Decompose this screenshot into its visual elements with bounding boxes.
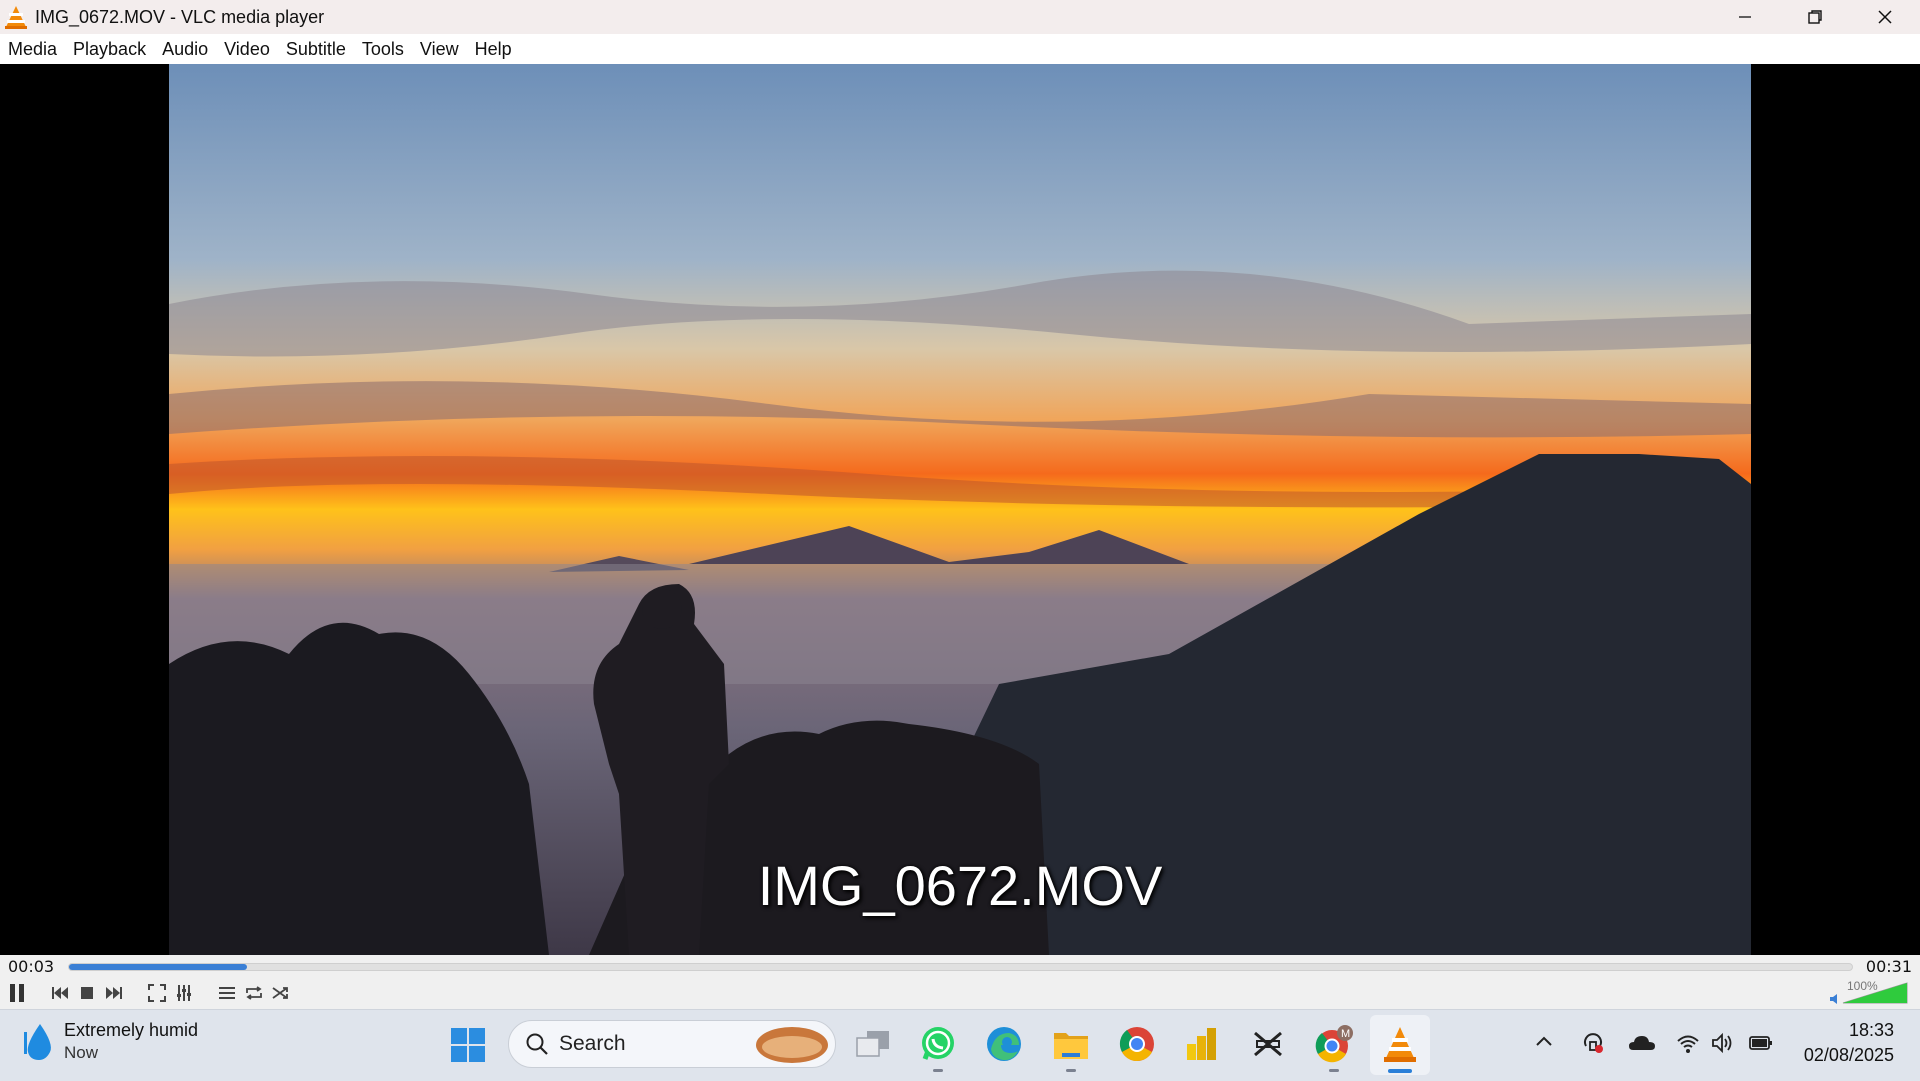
- previous-icon: [52, 987, 68, 999]
- search-highlight-icon: [756, 1027, 828, 1063]
- sync-status-icon[interactable]: [1582, 1032, 1604, 1054]
- volume-slider[interactable]: 100%: [1817, 979, 1912, 1007]
- menu-view[interactable]: View: [412, 39, 467, 60]
- file-explorer-button[interactable]: [1051, 1024, 1091, 1072]
- seek-slider[interactable]: [68, 963, 1853, 971]
- menu-playback[interactable]: Playback: [65, 39, 154, 60]
- edge-icon: [987, 1027, 1021, 1061]
- menu-video[interactable]: Video: [216, 39, 278, 60]
- capcut-button[interactable]: [1248, 1024, 1288, 1064]
- menu-bar: Media Playback Audio Video Subtitle Tool…: [0, 34, 1920, 64]
- control-buttons: [4, 979, 295, 1007]
- minimize-icon: [1739, 16, 1751, 18]
- show-hidden-icons-icon[interactable]: [1534, 1032, 1554, 1052]
- elapsed-time: 00:03: [8, 957, 55, 976]
- onedrive-icon[interactable]: [1628, 1032, 1656, 1054]
- video-frame: [169, 64, 1751, 955]
- close-button[interactable]: [1850, 0, 1920, 34]
- vlc-taskbar-button[interactable]: [1380, 1024, 1420, 1064]
- whatsapp-icon: [922, 1027, 954, 1060]
- running-indicator: [933, 1069, 943, 1072]
- capcut-icon: [1254, 1031, 1282, 1057]
- title-bar: IMG_0672.MOV - VLC media player: [0, 0, 1920, 34]
- fullscreen-icon: [148, 984, 166, 1002]
- pause-button[interactable]: [4, 980, 30, 1006]
- close-icon: [1878, 10, 1892, 24]
- menu-subtitle[interactable]: Subtitle: [278, 39, 354, 60]
- wifi-icon[interactable]: [1676, 1032, 1700, 1054]
- previous-button[interactable]: [47, 980, 73, 1006]
- start-button[interactable]: [450, 1027, 486, 1068]
- whatsapp-button[interactable]: [918, 1024, 958, 1072]
- stop-button[interactable]: [74, 980, 100, 1006]
- edge-button[interactable]: [984, 1024, 1024, 1064]
- playlist-button[interactable]: [214, 980, 240, 1006]
- loop-icon: [246, 986, 262, 1000]
- next-button[interactable]: [101, 980, 127, 1006]
- shuffle-button[interactable]: [268, 980, 294, 1006]
- chrome-button[interactable]: [1117, 1024, 1157, 1064]
- restore-button[interactable]: [1780, 0, 1850, 34]
- pause-icon: [10, 984, 24, 1002]
- battery-icon[interactable]: [1748, 1032, 1774, 1054]
- volume-bar: [1842, 982, 1908, 1004]
- power-bi-button[interactable]: [1182, 1024, 1222, 1064]
- humidity-drop-icon: [24, 1023, 51, 1060]
- fullscreen-button[interactable]: [144, 980, 170, 1006]
- search-placeholder: Search: [559, 1032, 626, 1055]
- search-icon: [526, 1033, 548, 1055]
- task-view-button[interactable]: [853, 1024, 893, 1064]
- weather-subtitle: Now: [64, 1043, 99, 1062]
- window-controls: [1710, 0, 1920, 34]
- vlc-icon: [1384, 1027, 1416, 1062]
- running-indicator: [1329, 1069, 1339, 1072]
- profile-badge: M: [1341, 1028, 1351, 1040]
- windows-start-icon: [451, 1028, 485, 1062]
- clock-date: 02/08/2025: [1803, 1045, 1894, 1065]
- menu-media[interactable]: Media: [0, 39, 65, 60]
- minimize-button[interactable]: [1710, 0, 1780, 34]
- running-indicator: [1066, 1069, 1076, 1072]
- stop-icon: [81, 987, 93, 999]
- active-app-indicator: [1388, 1069, 1412, 1073]
- restore-icon: [1808, 10, 1822, 24]
- chrome-profile-button[interactable]: M: [1314, 1024, 1354, 1072]
- extended-settings-button[interactable]: [171, 980, 197, 1006]
- weather-widget[interactable]: Extremely humid Now: [20, 1020, 198, 1063]
- file-explorer-icon: [1054, 1033, 1088, 1059]
- taskbar: Extremely humid Now Search M 18:33 02/08…: [0, 1009, 1920, 1081]
- clock-time: 18:33: [1848, 1020, 1894, 1040]
- playback-controls: 00:03 00:31 100%: [0, 955, 1920, 1009]
- menu-audio[interactable]: Audio: [154, 39, 216, 60]
- task-view-icon: [856, 1031, 889, 1057]
- shuffle-icon: [272, 987, 288, 999]
- menu-tools[interactable]: Tools: [354, 39, 412, 60]
- chrome-icon: [1119, 1027, 1154, 1061]
- system-clock[interactable]: 18:33 02/08/2025: [1804, 1020, 1894, 1066]
- total-time: 00:31: [1865, 957, 1912, 976]
- window-title: IMG_0672.MOV - VLC media player: [35, 6, 325, 27]
- loop-button[interactable]: [241, 980, 267, 1006]
- video-surface[interactable]: IMG_0672.MOV: [0, 64, 1920, 955]
- taskbar-search[interactable]: Search: [508, 1020, 836, 1068]
- volume-icon[interactable]: [1711, 1032, 1735, 1054]
- extended-settings-icon: [177, 985, 191, 1001]
- power-bi-icon: [1187, 1028, 1216, 1060]
- vlc-icon: [5, 6, 27, 29]
- seek-progress: [69, 964, 248, 970]
- playlist-icon: [219, 987, 235, 999]
- osd-title: IMG_0672.MOV: [757, 854, 1163, 917]
- next-icon: [106, 987, 122, 999]
- menu-help[interactable]: Help: [467, 39, 520, 60]
- weather-title: Extremely humid: [64, 1020, 199, 1040]
